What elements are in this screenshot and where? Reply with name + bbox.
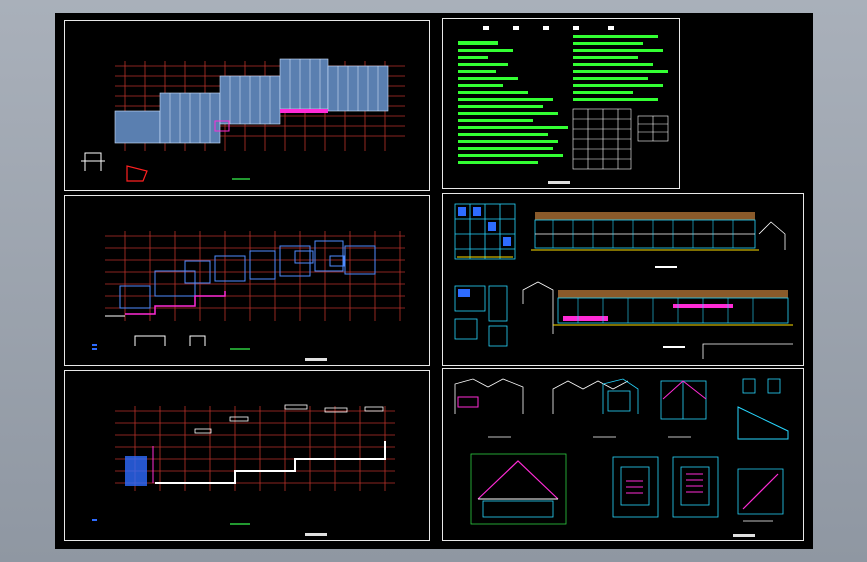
- design-notes-sheet[interactable]: [442, 18, 680, 189]
- floor-plan-sheet-3[interactable]: [64, 370, 430, 541]
- plan-2-drawing: [92, 231, 405, 361]
- elevation-drawing: [454, 203, 793, 359]
- plan-3-drawing: [92, 404, 395, 536]
- detail-drawing: [454, 378, 789, 537]
- notes-drawing: [458, 26, 669, 184]
- floor-plan-sheet-2[interactable]: [64, 195, 430, 366]
- floor-plan-sheet-1[interactable]: [64, 20, 430, 191]
- plan-1-drawing: [81, 58, 405, 182]
- section-detail-sheet[interactable]: [442, 368, 804, 541]
- elevation-sheet[interactable]: [442, 193, 804, 366]
- cad-viewport: [0, 0, 867, 562]
- drawing-canvas[interactable]: [55, 13, 813, 549]
